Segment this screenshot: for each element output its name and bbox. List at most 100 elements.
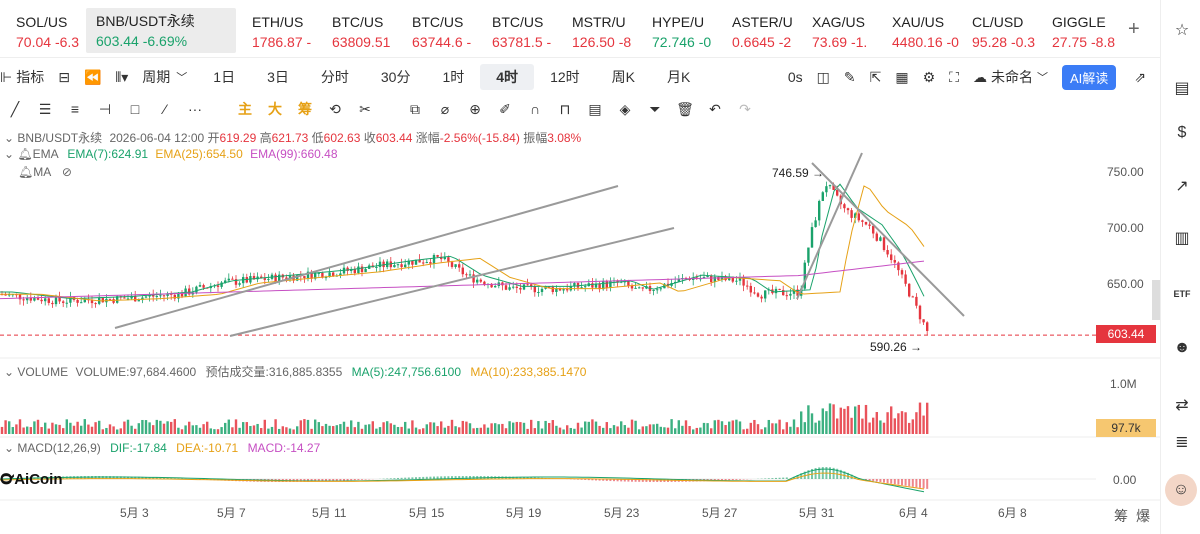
etf-icon[interactable]: ETF	[1171, 283, 1193, 305]
candle-body	[137, 300, 140, 302]
volume-bar	[155, 419, 158, 434]
volume-bar	[65, 419, 68, 434]
volume-bar	[242, 422, 245, 434]
star-icon[interactable]: ☆	[1171, 20, 1193, 42]
bar-chart-icon[interactable]: ▥	[1171, 228, 1193, 250]
candle-body	[656, 289, 659, 291]
candle-body	[926, 322, 929, 331]
dollar-doc-icon[interactable]: $	[1171, 122, 1193, 144]
candle-body	[465, 274, 468, 276]
exchange-icon[interactable]: ⇄	[1171, 395, 1193, 417]
volume-bar	[29, 427, 32, 434]
volume-bar	[634, 420, 637, 434]
volume-bar	[638, 429, 641, 434]
volume-bar	[764, 427, 767, 434]
volume-bar	[465, 421, 468, 434]
volume-bar	[447, 425, 450, 434]
candle-body	[886, 250, 889, 255]
volume-bar	[760, 429, 763, 434]
volume-bar	[652, 424, 655, 434]
volume-bar	[87, 424, 90, 434]
candle-body	[526, 284, 529, 286]
volume-bar	[688, 426, 691, 434]
volume-bar	[695, 427, 698, 434]
candle-body	[404, 264, 407, 268]
volume-bar	[850, 417, 853, 434]
macd-bar	[764, 478, 767, 479]
macd-bar	[339, 479, 342, 481]
candle-body	[540, 288, 544, 293]
candle-body	[263, 278, 266, 280]
volume-bar	[576, 422, 580, 434]
volume-bar	[375, 428, 378, 434]
volume-bar	[188, 421, 191, 434]
volume-bar	[371, 421, 374, 434]
volume-bar	[306, 419, 310, 434]
trend-icon[interactable]: ↗	[1171, 176, 1193, 198]
macd-bar	[418, 477, 421, 479]
volume-bar	[605, 422, 608, 434]
volume-bar	[476, 427, 479, 434]
candle-body	[396, 264, 400, 266]
volume-bar	[123, 421, 126, 434]
macd-bar	[361, 479, 363, 480]
avatar[interactable]: ☺	[1165, 474, 1197, 506]
volume-bar	[526, 428, 529, 434]
volume-bar	[328, 425, 331, 434]
volume-bar	[699, 427, 702, 434]
volume-bar	[422, 428, 425, 434]
candle-body	[360, 266, 364, 273]
candle-body	[454, 264, 457, 267]
candle-body	[155, 295, 158, 297]
volume-bar	[846, 406, 850, 434]
list-icon[interactable]: ≣	[1171, 432, 1193, 454]
macd-bar	[411, 477, 414, 479]
chips-label[interactable]: 筹	[1114, 506, 1128, 526]
volume-bar	[900, 411, 904, 434]
candle-body	[378, 261, 382, 268]
candle-body	[227, 278, 230, 281]
volume-bar	[915, 412, 918, 434]
volume-bar	[454, 426, 457, 434]
volume-bar	[818, 420, 821, 434]
date-tick: 5月 7	[217, 506, 246, 520]
candle-body	[821, 192, 824, 201]
macd-bar	[415, 477, 417, 479]
date-tick: 5月 15	[409, 506, 445, 520]
macd-bar	[346, 479, 349, 481]
volume-bar	[180, 429, 184, 434]
volume-bar	[98, 420, 101, 434]
candle-body	[479, 279, 482, 282]
volume-bar	[0, 426, 4, 434]
candle-body	[922, 319, 925, 323]
volume-bar	[292, 429, 295, 434]
macd-dif-line	[0, 468, 925, 493]
volume-bar	[299, 420, 302, 434]
date-tick: 5月 11	[312, 506, 347, 520]
volume-bar	[213, 429, 216, 434]
candle-body	[843, 204, 846, 209]
candle-body	[238, 283, 241, 285]
liquidation-label[interactable]: 爆	[1136, 506, 1150, 526]
candle-body	[605, 281, 608, 288]
candle-body	[47, 298, 50, 303]
current-price-badge: 603.44	[1096, 325, 1156, 343]
volume-bar	[717, 419, 720, 434]
volume-bar	[497, 424, 500, 434]
volume-bar	[44, 422, 47, 434]
volume-bar	[774, 423, 778, 434]
robot-icon[interactable]: ☻	[1171, 337, 1193, 359]
volume-bar	[558, 427, 562, 434]
candle-body	[202, 285, 205, 288]
volume-bar	[756, 424, 760, 434]
wallet-icon[interactable]: ▤	[1171, 78, 1193, 100]
volume-bar	[256, 423, 259, 434]
volume-bar	[893, 418, 896, 434]
candle-body	[915, 296, 918, 306]
trend-line	[114, 185, 619, 329]
volume-bar	[270, 426, 274, 434]
ema7-line	[0, 183, 925, 300]
volume-bar	[80, 425, 83, 434]
scrollbar-handle[interactable]	[1152, 280, 1160, 320]
candlestick-chart[interactable]	[0, 0, 1160, 534]
